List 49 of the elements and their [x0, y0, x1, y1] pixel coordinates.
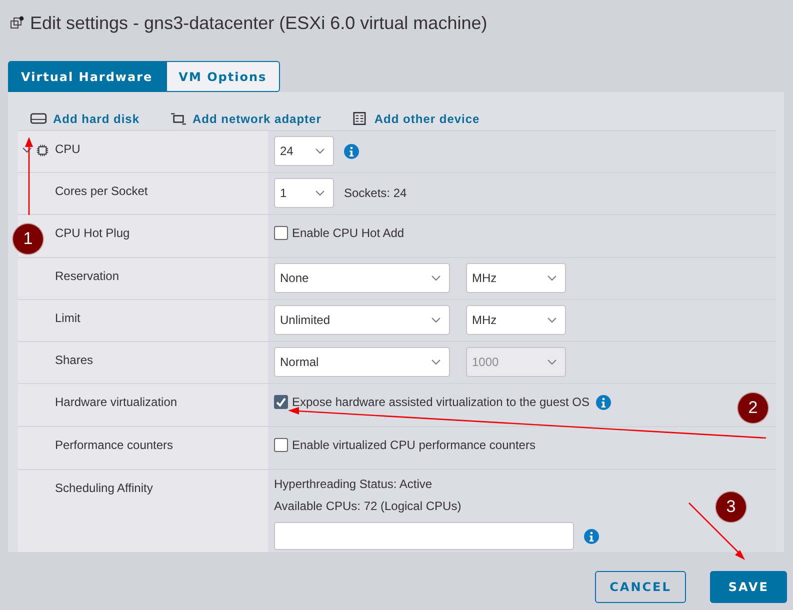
- chevron-icon: [431, 275, 441, 281]
- chevron-icon: [315, 148, 325, 154]
- tab[interactable]: Virtual Hardware: [8, 61, 166, 92]
- info-icon: [344, 144, 359, 158]
- info-text: Hyperthreading Status: Active: [274, 477, 432, 493]
- chevron-icon: [315, 190, 325, 196]
- row-label: Hardware virtualization: [55, 395, 178, 409]
- vm-icon: [10, 16, 24, 30]
- chevron-icon: [547, 359, 557, 365]
- row-label: CPU Hot Plug: [55, 226, 130, 240]
- cpu-chip-icon: [36, 144, 49, 157]
- checkbox[interactable]: [274, 438, 288, 452]
- checkbox[interactable]: [274, 395, 288, 409]
- dropdown[interactable]: Normal: [274, 347, 450, 377]
- dropdown[interactable]: 24: [274, 136, 334, 166]
- row-label: Shares: [55, 353, 94, 367]
- add-link[interactable]: Add other device: [351, 107, 480, 130]
- chevron-icon: [431, 359, 441, 365]
- info-icon: [584, 528, 599, 544]
- row-label: CPU: [55, 142, 80, 156]
- chevron-icon: [547, 275, 557, 281]
- row-label: Cores per Socket: [55, 184, 148, 198]
- dropdown[interactable]: MHz: [466, 305, 566, 335]
- network-adapter-icon: [170, 112, 187, 125]
- checkbox-label: Enable CPU Hot Add: [292, 226, 404, 240]
- window-title: Edit settings - gns3-datacenter (ESXi 6.0 virtual machine): [30, 12, 488, 34]
- row-label: Reservation: [55, 269, 120, 283]
- checkbox-label: Expose hardware assisted virtualization to the guest OS: [292, 395, 590, 409]
- row-label: Performance counters: [55, 438, 174, 452]
- expand-toggle[interactable]: [22, 145, 32, 155]
- row-label: Scheduling Affinity: [55, 481, 153, 495]
- dropdown[interactable]: MHz: [466, 263, 566, 293]
- chevron-icon: [431, 317, 441, 323]
- add-link[interactable]: Add hard disk: [30, 107, 140, 130]
- dropdown[interactable]: 1: [274, 178, 334, 208]
- tab[interactable]: VM Options: [166, 61, 280, 92]
- row-label: Limit: [55, 311, 80, 325]
- dropdown[interactable]: Unlimited: [274, 305, 450, 335]
- sockets-text: Sockets: 24: [344, 186, 407, 200]
- cancel-button[interactable]: CANCEL: [594, 571, 686, 603]
- cpu-affinity-field[interactable]: [274, 522, 574, 550]
- device-icon: [351, 112, 368, 125]
- chevron-icon: [547, 317, 557, 323]
- save-button[interactable]: SAVE: [710, 571, 787, 603]
- dropdown[interactable]: None: [274, 263, 450, 293]
- add-link[interactable]: Add network adapter: [170, 107, 322, 130]
- info-text: Available CPUs: 72 (Logical CPUs): [274, 499, 462, 515]
- checkbox-label: Enable virtualized CPU performance counters: [292, 438, 536, 452]
- checkbox[interactable]: [274, 226, 288, 240]
